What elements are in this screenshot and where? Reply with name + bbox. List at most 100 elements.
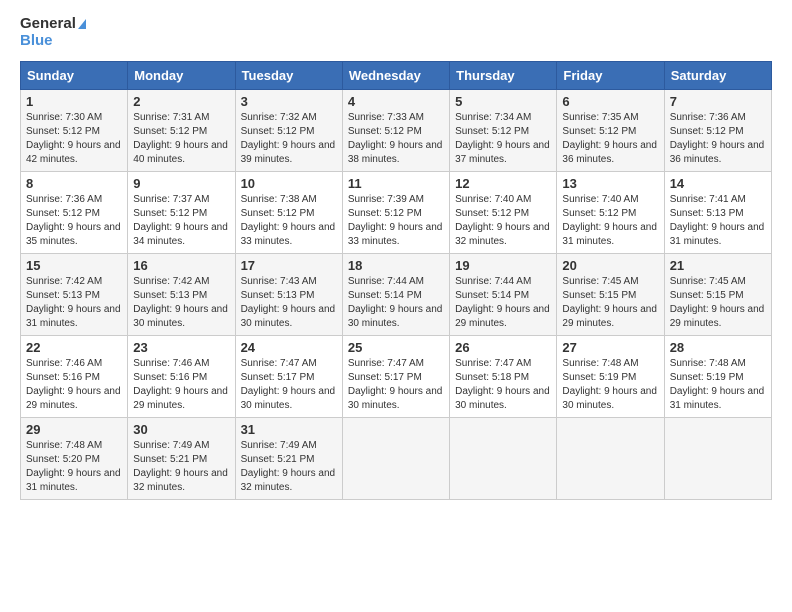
- col-friday: Friday: [557, 62, 664, 90]
- day-number-8: 8: [26, 176, 122, 191]
- day-info-7: Sunrise: 7:36 AM Sunset: 5:12 PM Dayligh…: [670, 111, 766, 167]
- day-info-8: Sunrise: 7:36 AM Sunset: 5:12 PM Dayligh…: [26, 193, 122, 249]
- day-cell-5: 5 Sunrise: 7:34 AM Sunset: 5:12 PM Dayli…: [450, 90, 557, 172]
- day-info-17: Sunrise: 7:43 AM Sunset: 5:13 PM Dayligh…: [241, 275, 337, 331]
- day-info-12: Sunrise: 7:40 AM Sunset: 5:12 PM Dayligh…: [455, 193, 551, 249]
- day-number-21: 21: [670, 258, 766, 273]
- day-cell-8: 8 Sunrise: 7:36 AM Sunset: 5:12 PM Dayli…: [21, 172, 128, 254]
- col-thursday: Thursday: [450, 62, 557, 90]
- day-number-17: 17: [241, 258, 337, 273]
- day-number-19: 19: [455, 258, 551, 273]
- calendar-table: Sunday Monday Tuesday Wednesday Thursday…: [20, 61, 772, 500]
- day-number-3: 3: [241, 94, 337, 109]
- day-info-30: Sunrise: 7:49 AM Sunset: 5:21 PM Dayligh…: [133, 439, 229, 495]
- day-number-6: 6: [562, 94, 658, 109]
- day-cell-15: 15 Sunrise: 7:42 AM Sunset: 5:13 PM Dayl…: [21, 254, 128, 336]
- day-number-2: 2: [133, 94, 229, 109]
- day-info-2: Sunrise: 7:31 AM Sunset: 5:12 PM Dayligh…: [133, 111, 229, 167]
- day-cell-30: 30 Sunrise: 7:49 AM Sunset: 5:21 PM Dayl…: [128, 418, 235, 500]
- day-cell-27: 27 Sunrise: 7:48 AM Sunset: 5:19 PM Dayl…: [557, 336, 664, 418]
- col-monday: Monday: [128, 62, 235, 90]
- day-cell-18: 18 Sunrise: 7:44 AM Sunset: 5:14 PM Dayl…: [342, 254, 449, 336]
- day-cell-31: 31 Sunrise: 7:49 AM Sunset: 5:21 PM Dayl…: [235, 418, 342, 500]
- day-info-23: Sunrise: 7:46 AM Sunset: 5:16 PM Dayligh…: [133, 357, 229, 413]
- day-info-27: Sunrise: 7:48 AM Sunset: 5:19 PM Dayligh…: [562, 357, 658, 413]
- day-number-10: 10: [241, 176, 337, 191]
- empty-cell: [664, 418, 771, 500]
- day-cell-3: 3 Sunrise: 7:32 AM Sunset: 5:12 PM Dayli…: [235, 90, 342, 172]
- col-sunday: Sunday: [21, 62, 128, 90]
- day-number-23: 23: [133, 340, 229, 355]
- day-info-28: Sunrise: 7:48 AM Sunset: 5:19 PM Dayligh…: [670, 357, 766, 413]
- day-cell-14: 14 Sunrise: 7:41 AM Sunset: 5:13 PM Dayl…: [664, 172, 771, 254]
- day-number-14: 14: [670, 176, 766, 191]
- logo: General Blue: [20, 16, 86, 49]
- day-cell-22: 22 Sunrise: 7:46 AM Sunset: 5:16 PM Dayl…: [21, 336, 128, 418]
- day-cell-10: 10 Sunrise: 7:38 AM Sunset: 5:12 PM Dayl…: [235, 172, 342, 254]
- day-number-25: 25: [348, 340, 444, 355]
- day-number-30: 30: [133, 422, 229, 437]
- day-info-26: Sunrise: 7:47 AM Sunset: 5:18 PM Dayligh…: [455, 357, 551, 413]
- day-info-10: Sunrise: 7:38 AM Sunset: 5:12 PM Dayligh…: [241, 193, 337, 249]
- day-number-4: 4: [348, 94, 444, 109]
- day-cell-23: 23 Sunrise: 7:46 AM Sunset: 5:16 PM Dayl…: [128, 336, 235, 418]
- col-wednesday: Wednesday: [342, 62, 449, 90]
- day-number-7: 7: [670, 94, 766, 109]
- day-cell-28: 28 Sunrise: 7:48 AM Sunset: 5:19 PM Dayl…: [664, 336, 771, 418]
- day-cell-1: 1 Sunrise: 7:30 AM Sunset: 5:12 PM Dayli…: [21, 90, 128, 172]
- day-number-9: 9: [133, 176, 229, 191]
- col-tuesday: Tuesday: [235, 62, 342, 90]
- main-container: General Blue Sunday Monday Tuesday Wedne…: [0, 0, 792, 510]
- day-info-20: Sunrise: 7:45 AM Sunset: 5:15 PM Dayligh…: [562, 275, 658, 331]
- day-cell-17: 17 Sunrise: 7:43 AM Sunset: 5:13 PM Dayl…: [235, 254, 342, 336]
- day-cell-16: 16 Sunrise: 7:42 AM Sunset: 5:13 PM Dayl…: [128, 254, 235, 336]
- day-info-4: Sunrise: 7:33 AM Sunset: 5:12 PM Dayligh…: [348, 111, 444, 167]
- day-cell-12: 12 Sunrise: 7:40 AM Sunset: 5:12 PM Dayl…: [450, 172, 557, 254]
- day-cell-25: 25 Sunrise: 7:47 AM Sunset: 5:17 PM Dayl…: [342, 336, 449, 418]
- day-number-11: 11: [348, 176, 444, 191]
- day-info-15: Sunrise: 7:42 AM Sunset: 5:13 PM Dayligh…: [26, 275, 122, 331]
- day-number-1: 1: [26, 94, 122, 109]
- day-number-20: 20: [562, 258, 658, 273]
- day-info-29: Sunrise: 7:48 AM Sunset: 5:20 PM Dayligh…: [26, 439, 122, 495]
- empty-cell: [557, 418, 664, 500]
- week-row-5: 29 Sunrise: 7:48 AM Sunset: 5:20 PM Dayl…: [21, 418, 772, 500]
- week-row-3: 15 Sunrise: 7:42 AM Sunset: 5:13 PM Dayl…: [21, 254, 772, 336]
- day-info-5: Sunrise: 7:34 AM Sunset: 5:12 PM Dayligh…: [455, 111, 551, 167]
- day-cell-7: 7 Sunrise: 7:36 AM Sunset: 5:12 PM Dayli…: [664, 90, 771, 172]
- day-info-31: Sunrise: 7:49 AM Sunset: 5:21 PM Dayligh…: [241, 439, 337, 495]
- day-info-11: Sunrise: 7:39 AM Sunset: 5:12 PM Dayligh…: [348, 193, 444, 249]
- day-number-27: 27: [562, 340, 658, 355]
- day-info-19: Sunrise: 7:44 AM Sunset: 5:14 PM Dayligh…: [455, 275, 551, 331]
- day-info-9: Sunrise: 7:37 AM Sunset: 5:12 PM Dayligh…: [133, 193, 229, 249]
- day-info-21: Sunrise: 7:45 AM Sunset: 5:15 PM Dayligh…: [670, 275, 766, 331]
- day-info-3: Sunrise: 7:32 AM Sunset: 5:12 PM Dayligh…: [241, 111, 337, 167]
- day-number-5: 5: [455, 94, 551, 109]
- col-saturday: Saturday: [664, 62, 771, 90]
- day-cell-13: 13 Sunrise: 7:40 AM Sunset: 5:12 PM Dayl…: [557, 172, 664, 254]
- empty-cell: [342, 418, 449, 500]
- day-info-14: Sunrise: 7:41 AM Sunset: 5:13 PM Dayligh…: [670, 193, 766, 249]
- day-cell-26: 26 Sunrise: 7:47 AM Sunset: 5:18 PM Dayl…: [450, 336, 557, 418]
- day-info-22: Sunrise: 7:46 AM Sunset: 5:16 PM Dayligh…: [26, 357, 122, 413]
- day-number-28: 28: [670, 340, 766, 355]
- day-info-6: Sunrise: 7:35 AM Sunset: 5:12 PM Dayligh…: [562, 111, 658, 167]
- day-number-13: 13: [562, 176, 658, 191]
- day-number-12: 12: [455, 176, 551, 191]
- day-cell-21: 21 Sunrise: 7:45 AM Sunset: 5:15 PM Dayl…: [664, 254, 771, 336]
- day-cell-2: 2 Sunrise: 7:31 AM Sunset: 5:12 PM Dayli…: [128, 90, 235, 172]
- day-info-1: Sunrise: 7:30 AM Sunset: 5:12 PM Dayligh…: [26, 111, 122, 167]
- day-number-31: 31: [241, 422, 337, 437]
- week-row-4: 22 Sunrise: 7:46 AM Sunset: 5:16 PM Dayl…: [21, 336, 772, 418]
- day-cell-24: 24 Sunrise: 7:47 AM Sunset: 5:17 PM Dayl…: [235, 336, 342, 418]
- week-row-2: 8 Sunrise: 7:36 AM Sunset: 5:12 PM Dayli…: [21, 172, 772, 254]
- logo-text: General Blue: [20, 16, 86, 49]
- week-row-1: 1 Sunrise: 7:30 AM Sunset: 5:12 PM Dayli…: [21, 90, 772, 172]
- day-cell-6: 6 Sunrise: 7:35 AM Sunset: 5:12 PM Dayli…: [557, 90, 664, 172]
- day-number-15: 15: [26, 258, 122, 273]
- day-info-25: Sunrise: 7:47 AM Sunset: 5:17 PM Dayligh…: [348, 357, 444, 413]
- day-number-26: 26: [455, 340, 551, 355]
- day-cell-20: 20 Sunrise: 7:45 AM Sunset: 5:15 PM Dayl…: [557, 254, 664, 336]
- day-cell-4: 4 Sunrise: 7:33 AM Sunset: 5:12 PM Dayli…: [342, 90, 449, 172]
- day-number-29: 29: [26, 422, 122, 437]
